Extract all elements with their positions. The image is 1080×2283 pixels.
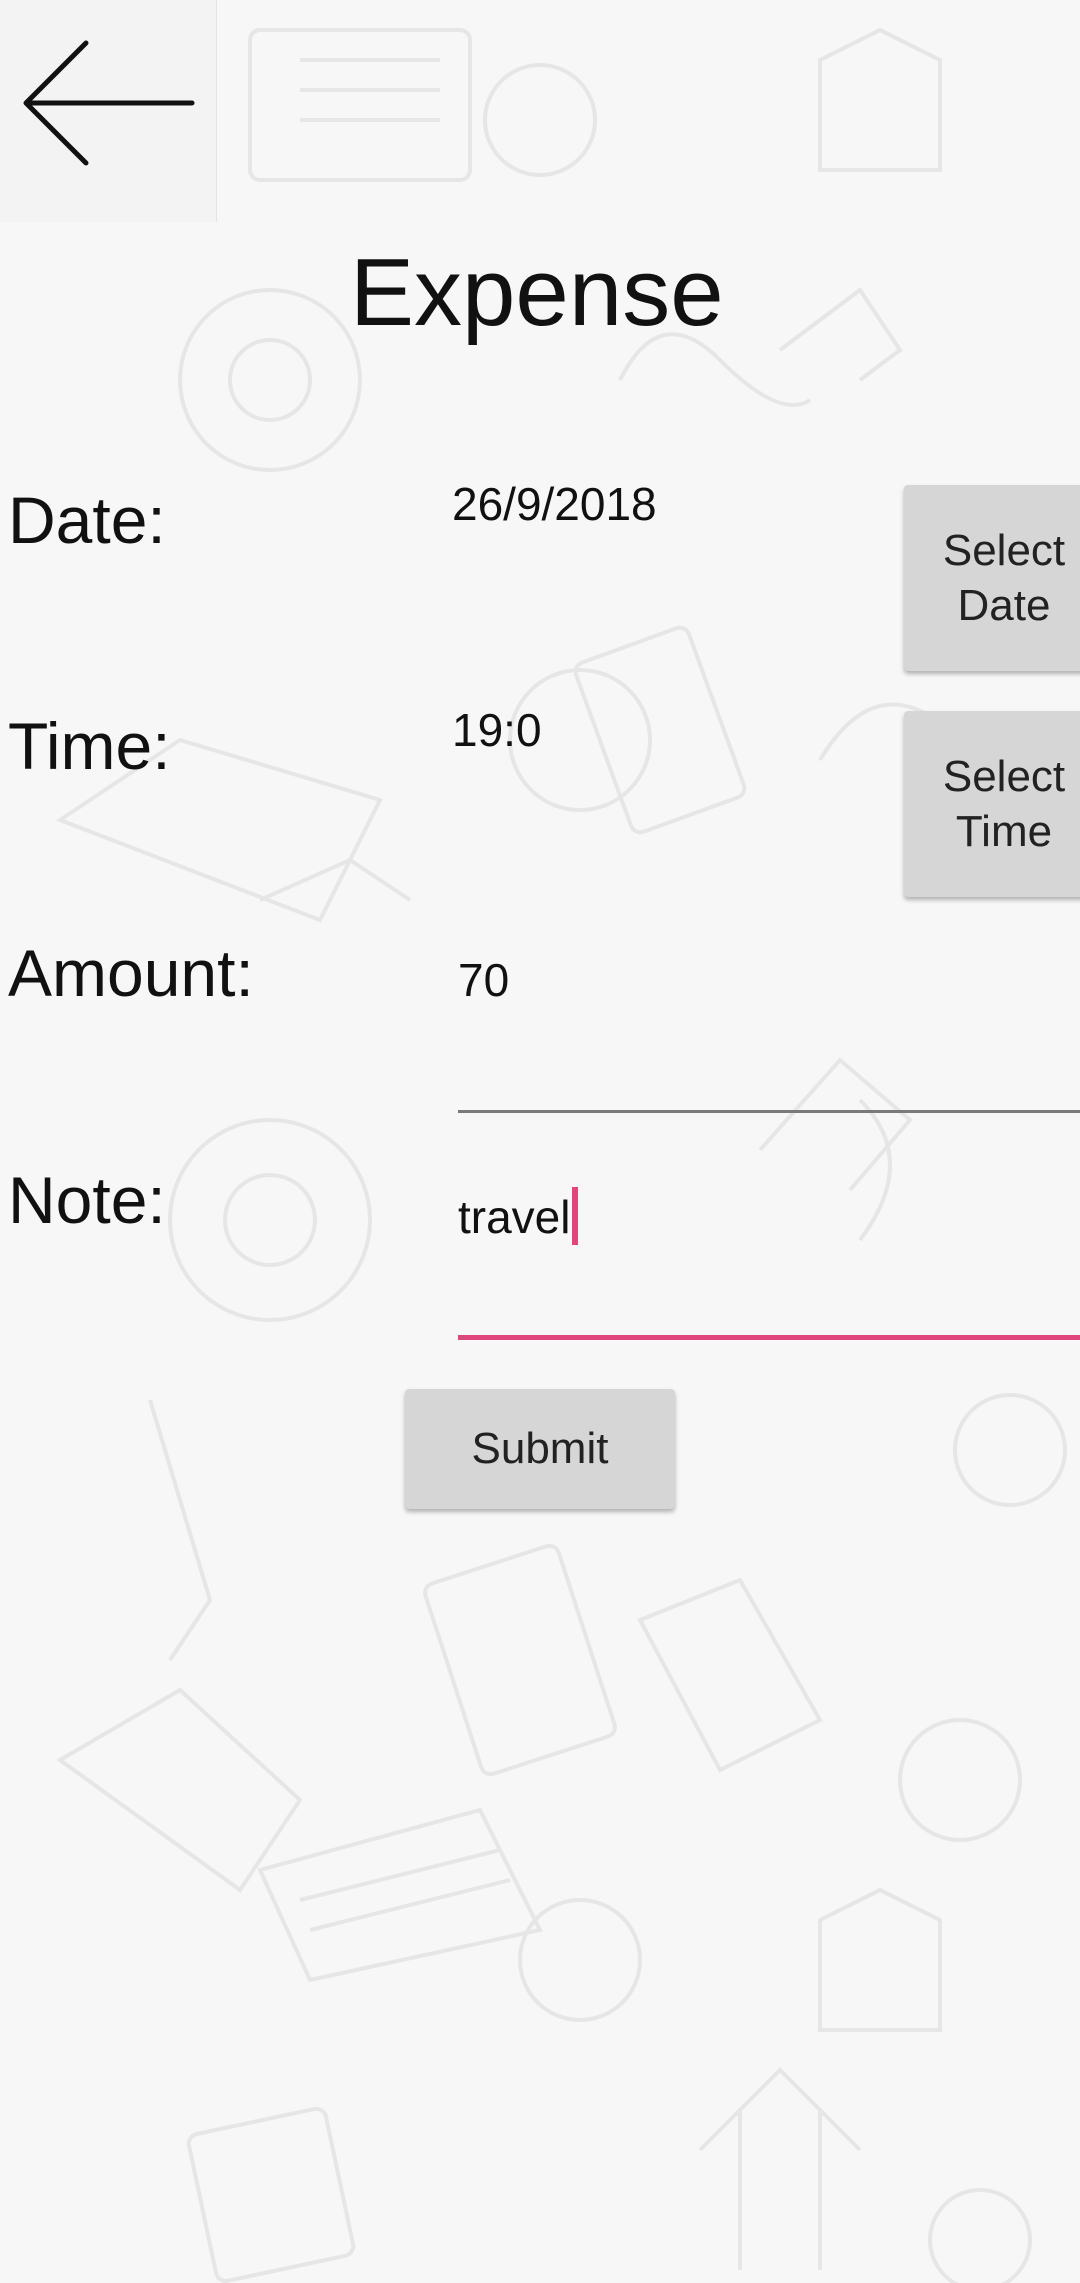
amount-input[interactable]: 70 xyxy=(458,955,1080,1115)
select-date-button-label: Select Date xyxy=(942,526,1066,630)
arrow-left-icon xyxy=(23,40,195,166)
select-time-button[interactable]: Select Time xyxy=(904,711,1080,897)
note-input[interactable]: travel xyxy=(458,1175,1080,1345)
note-input-underline xyxy=(458,1335,1080,1340)
time-value: 19:0 xyxy=(452,704,542,756)
date-value: 26/9/2018 xyxy=(452,478,657,530)
select-time-button-label: Select Time xyxy=(942,752,1066,856)
note-input-value: travel xyxy=(458,1191,571,1243)
date-label: Date: xyxy=(8,483,166,557)
amount-input-value: 70 xyxy=(458,954,510,1006)
time-label: Time: xyxy=(8,709,171,783)
amount-input-underline xyxy=(458,1110,1080,1113)
page-title: Expense xyxy=(350,239,724,346)
submit-button[interactable]: Submit xyxy=(405,1389,675,1509)
text-cursor xyxy=(572,1187,579,1245)
back-button[interactable] xyxy=(0,0,217,222)
amount-label: Amount: xyxy=(8,936,254,1010)
note-label: Note: xyxy=(8,1163,166,1237)
select-date-button[interactable]: Select Date xyxy=(904,485,1080,671)
